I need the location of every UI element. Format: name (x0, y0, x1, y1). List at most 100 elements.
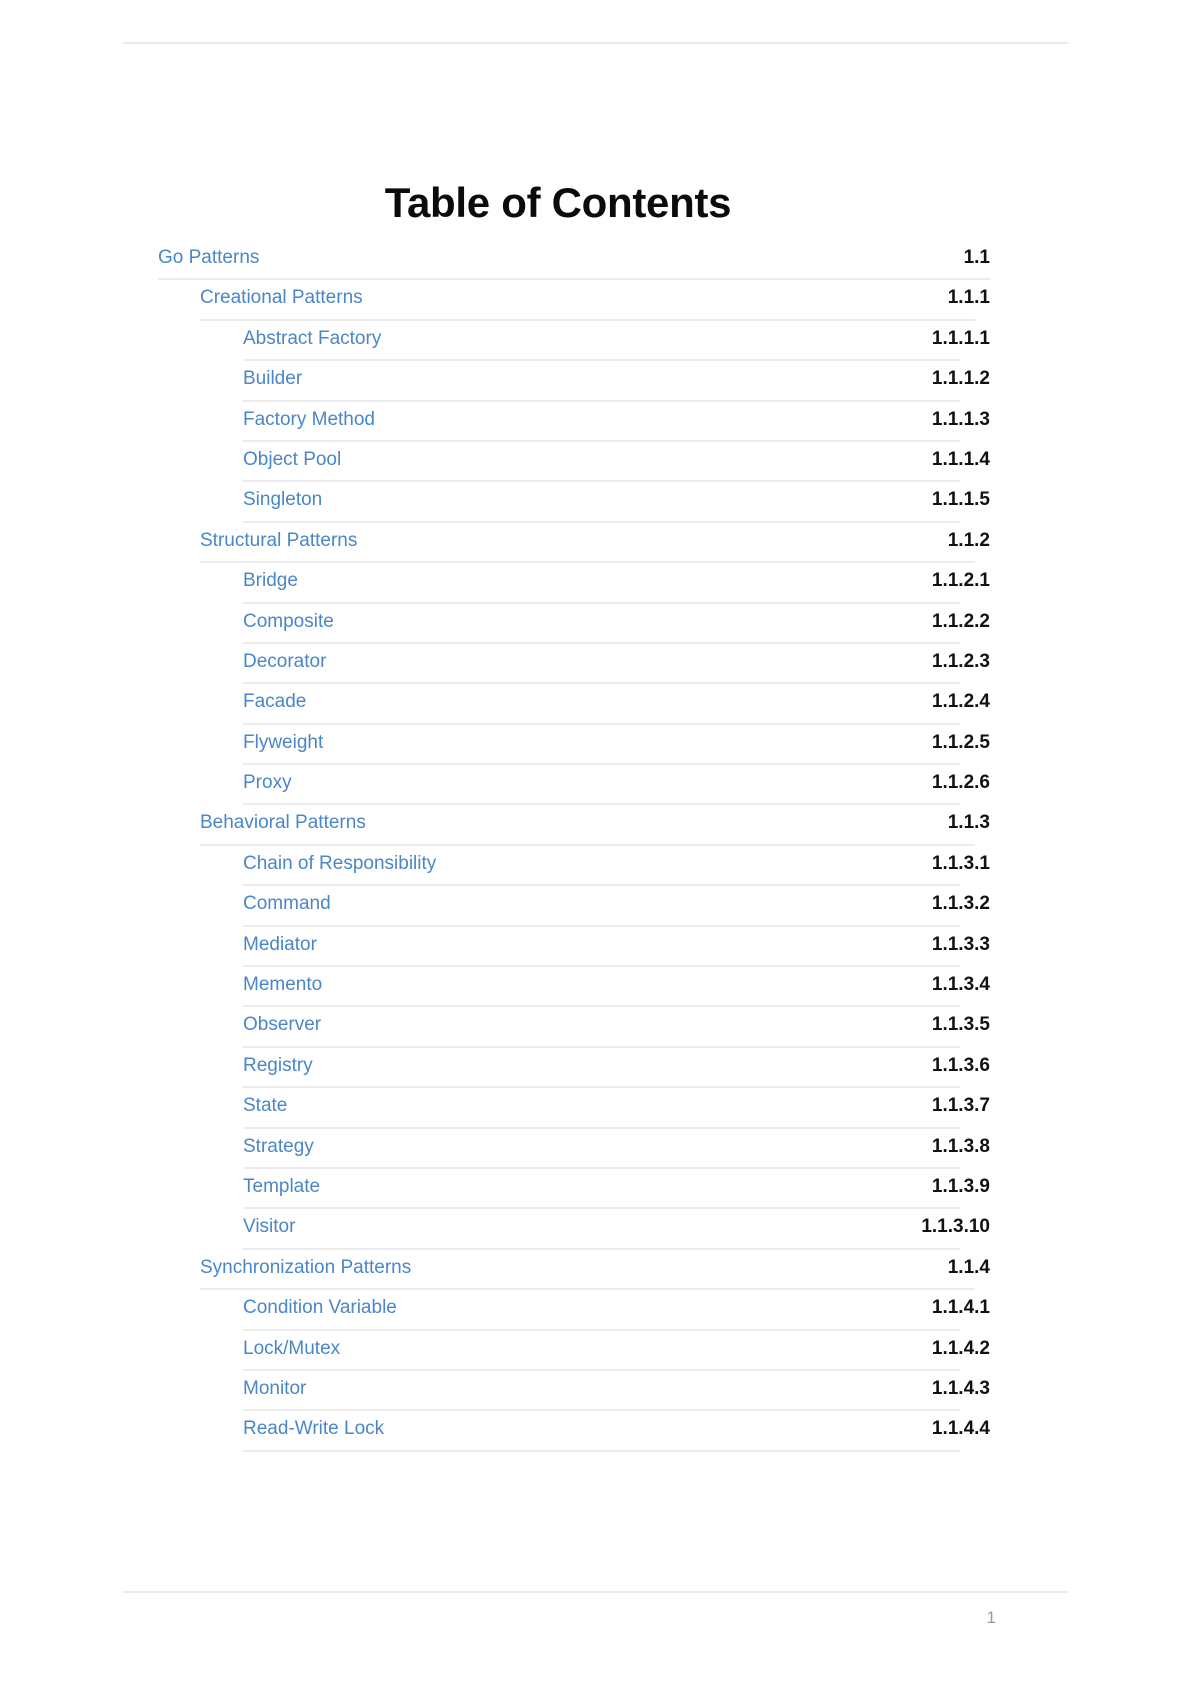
toc-entry[interactable]: Facade 1.1.2.4 (0, 684, 1191, 725)
toc-entry[interactable]: Strategy 1.1.3.8 (0, 1129, 1191, 1169)
toc-entry[interactable]: Command 1.1.3.2 (0, 886, 1191, 927)
toc-entry-number: 1.1.4.4 (931, 1418, 990, 1440)
footer-rule (123, 1591, 1068, 1593)
toc-entry[interactable]: Registry 1.1.3.6 (0, 1048, 1191, 1089)
toc-entry-number: 1.1.3.8 (931, 1135, 990, 1157)
toc-entry-inner: Decorator 1.1.2.3 (0, 644, 1191, 685)
toc-entry[interactable]: Chain of Responsibility 1.1.3.1 (0, 846, 1191, 887)
toc-entry-inner: Template 1.1.3.9 (0, 1169, 1191, 1210)
toc-entry-inner: Behavioral Patterns 1.1.3 (0, 805, 1191, 846)
toc-entry-link[interactable]: Flyweight (243, 731, 323, 755)
toc-list: Go Patterns 1.1 Creational Patterns 1.1.1 Ab… (0, 240, 1191, 1452)
toc-entry-number: 1.1.2.3 (931, 650, 990, 672)
toc-entry-inner: Memento 1.1.3.4 (0, 967, 1191, 1008)
toc-entry-link[interactable]: Go Patterns (158, 246, 259, 270)
toc-entry[interactable]: Condition Variable 1.1.4.1 (0, 1290, 1191, 1331)
toc-entry-link[interactable]: Proxy (243, 771, 292, 795)
toc-entry[interactable]: Synchronization Patterns 1.1.4 (0, 1250, 1191, 1291)
toc-entry-inner: Factory Method 1.1.1.3 (0, 402, 1191, 442)
toc-entry-number: 1.1.3.3 (931, 933, 990, 955)
toc-entry[interactable]: Template 1.1.3.9 (0, 1169, 1191, 1210)
toc-entry-link[interactable]: Object Pool (243, 448, 341, 472)
toc-entry[interactable]: Singleton 1.1.1.5 (0, 482, 1191, 523)
toc-entry-link[interactable]: Synchronization Patterns (200, 1256, 411, 1280)
toc-entry[interactable]: Flyweight 1.1.2.5 (0, 725, 1191, 766)
toc-entry-number: 1.1.3.2 (931, 893, 990, 915)
toc-entry-inner: State 1.1.3.7 (0, 1088, 1191, 1129)
toc-entry-link[interactable]: Memento (243, 973, 322, 997)
toc-entry-inner: Mediator 1.1.3.3 (0, 927, 1191, 968)
toc-entry-link[interactable]: Structural Patterns (200, 529, 357, 553)
toc-entry-inner: Bridge 1.1.2.1 (0, 563, 1191, 604)
toc-entry[interactable]: Decorator 1.1.2.3 (0, 644, 1191, 685)
toc-entry-number: 1.1.4.3 (931, 1377, 990, 1399)
toc-entry-inner: Creational Patterns 1.1.1 (0, 280, 1191, 321)
toc-entry[interactable]: Factory Method 1.1.1.3 (0, 402, 1191, 442)
toc-entry[interactable]: Monitor 1.1.4.3 (0, 1371, 1191, 1412)
toc-entry[interactable]: Read-Write Lock 1.1.4.4 (0, 1411, 1191, 1452)
toc-entry[interactable]: Bridge 1.1.2.1 (0, 563, 1191, 604)
toc-entry-number: 1.1.3 (947, 812, 990, 834)
toc-entry[interactable]: Observer 1.1.3.5 (0, 1007, 1191, 1048)
toc-entry[interactable]: Behavioral Patterns 1.1.3 (0, 805, 1191, 846)
toc-entry-number: 1.1.3.1 (931, 852, 990, 874)
toc-entry[interactable]: Builder 1.1.1.2 (0, 361, 1191, 402)
toc-entry-link[interactable]: Lock/Mutex (243, 1337, 340, 1361)
toc-entry[interactable]: Mediator 1.1.3.3 (0, 927, 1191, 968)
toc-entry-number: 1.1.2.5 (931, 731, 990, 753)
toc-entry[interactable]: Abstract Factory 1.1.1.1 (0, 321, 1191, 362)
toc-entry-number: 1.1.2.2 (931, 610, 990, 632)
toc-entry-link[interactable]: Condition Variable (243, 1296, 397, 1320)
toc-entry-inner: Proxy 1.1.2.6 (0, 765, 1191, 806)
toc-entry-link[interactable]: Composite (243, 610, 334, 634)
toc-entry-inner: Synchronization Patterns 1.1.4 (0, 1250, 1191, 1291)
toc-entry-inner: Builder 1.1.1.2 (0, 361, 1191, 402)
toc-entry-link[interactable]: Template (243, 1175, 320, 1199)
toc-entry-inner: Go Patterns 1.1 (0, 240, 1191, 281)
toc-entry[interactable]: Memento 1.1.3.4 (0, 967, 1191, 1008)
toc-entry-number: 1.1.3.7 (931, 1095, 990, 1117)
toc-entry-link[interactable]: Builder (243, 367, 302, 391)
toc-entry[interactable]: Go Patterns 1.1 (0, 240, 1191, 281)
toc-entry[interactable]: Creational Patterns 1.1.1 (0, 280, 1191, 321)
toc-entry[interactable]: Composite 1.1.2.2 (0, 604, 1191, 644)
toc-entry-link[interactable]: Registry (243, 1054, 313, 1078)
toc-entry-inner: Structural Patterns 1.1.2 (0, 523, 1191, 564)
toc-entry-inner: Visitor 1.1.3.10 (0, 1209, 1191, 1250)
toc-entry-link[interactable]: Read-Write Lock (243, 1417, 384, 1441)
toc-entry-number: 1.1.1.2 (931, 368, 990, 390)
toc-entry-link[interactable]: Command (243, 892, 331, 916)
toc-entry-link[interactable]: Behavioral Patterns (200, 811, 366, 835)
toc-entry-link[interactable]: State (243, 1094, 287, 1118)
toc-entry-link[interactable]: Abstract Factory (243, 327, 381, 351)
toc-entry-inner: Observer 1.1.3.5 (0, 1007, 1191, 1048)
toc-entry[interactable]: Proxy 1.1.2.6 (0, 765, 1191, 806)
toc-entry[interactable]: Lock/Mutex 1.1.4.2 (0, 1331, 1191, 1371)
toc-entry-inner: Composite 1.1.2.2 (0, 604, 1191, 644)
toc-entry-link[interactable]: Observer (243, 1013, 321, 1037)
toc-entry-link[interactable]: Factory Method (243, 408, 375, 432)
toc-entry-inner: Registry 1.1.3.6 (0, 1048, 1191, 1089)
toc-entry-number: 1.1.1 (947, 287, 990, 309)
toc-entry-link[interactable]: Singleton (243, 488, 322, 512)
toc-entry-number: 1.1.4.1 (931, 1297, 990, 1319)
toc-entry-number: 1.1.1.3 (931, 408, 990, 430)
toc-entry-link[interactable]: Chain of Responsibility (243, 852, 436, 876)
toc-page: Table of Contents Go Patterns 1.1 Creation… (0, 0, 1191, 1684)
toc-entry-link[interactable]: Bridge (243, 569, 298, 593)
toc-entry-link[interactable]: Mediator (243, 933, 317, 957)
toc-entry-number: 1.1.1.4 (931, 448, 990, 470)
toc-entry-link[interactable]: Strategy (243, 1135, 314, 1159)
toc-entry-inner: Strategy 1.1.3.8 (0, 1129, 1191, 1169)
toc-entry[interactable]: Object Pool 1.1.1.4 (0, 442, 1191, 483)
toc-entry-link[interactable]: Monitor (243, 1377, 306, 1401)
toc-entry-link[interactable]: Visitor (243, 1215, 295, 1239)
toc-entry[interactable]: State 1.1.3.7 (0, 1088, 1191, 1129)
toc-entry-link[interactable]: Creational Patterns (200, 286, 363, 310)
toc-entry-link[interactable]: Decorator (243, 650, 326, 674)
toc-entry[interactable]: Structural Patterns 1.1.2 (0, 523, 1191, 564)
toc-entry-number: 1.1.3.5 (931, 1014, 990, 1036)
toc-entry-number: 1.1.1.5 (931, 489, 990, 511)
toc-entry-link[interactable]: Facade (243, 690, 306, 714)
toc-entry[interactable]: Visitor 1.1.3.10 (0, 1209, 1191, 1250)
